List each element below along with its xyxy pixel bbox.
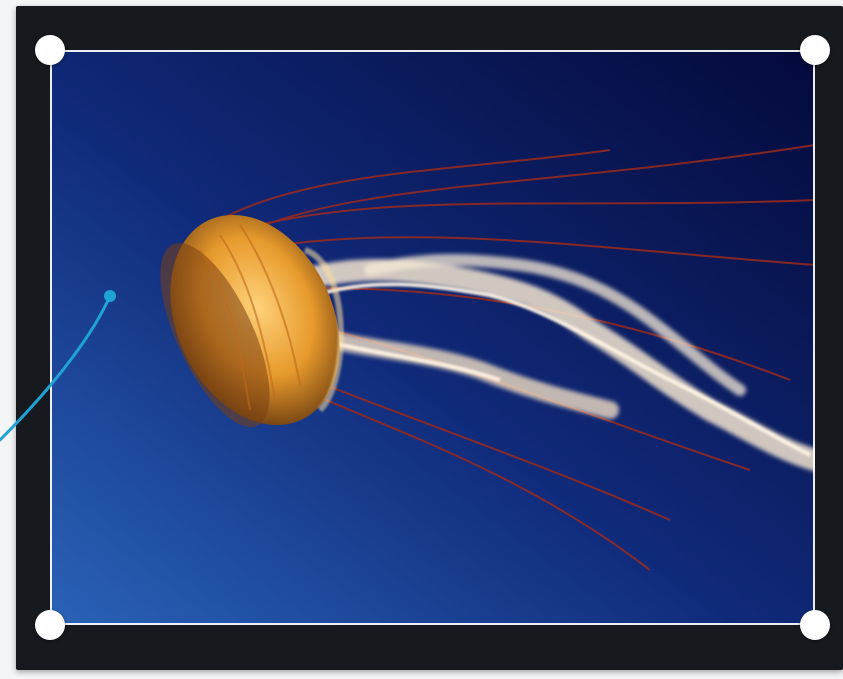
crop-handle-bottom-right[interactable] (800, 610, 830, 640)
jellyfish-image[interactable] (50, 50, 815, 625)
crop-handle-bottom-left[interactable] (35, 610, 65, 640)
crop-handle-top-left[interactable] (35, 35, 65, 65)
editor-canvas (0, 0, 843, 679)
crop-handle-top-right[interactable] (800, 35, 830, 65)
